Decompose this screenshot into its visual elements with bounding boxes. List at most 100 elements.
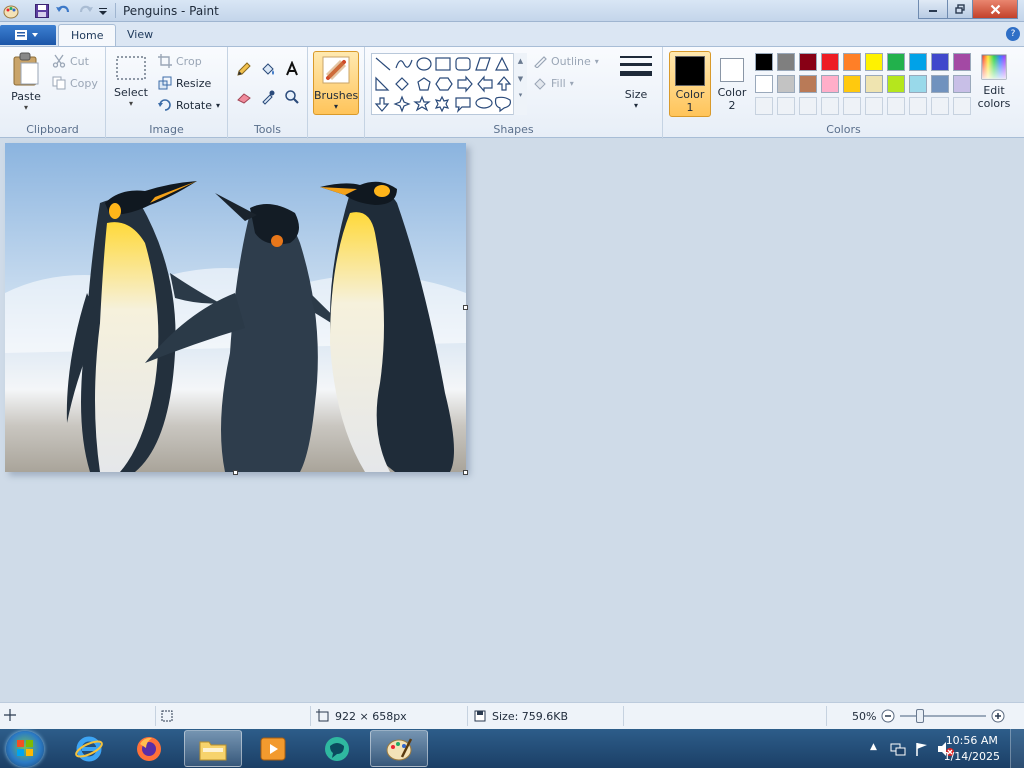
- fill-icon: [534, 78, 546, 90]
- internet-explorer-icon: [75, 736, 103, 761]
- palette-custom-slot[interactable]: [865, 97, 883, 115]
- taskbar-internet-explorer[interactable]: [60, 730, 118, 767]
- resize-handle-corner[interactable]: [463, 470, 468, 475]
- palette-custom-slot[interactable]: [887, 97, 905, 115]
- show-hidden-icons[interactable]: ▲: [870, 742, 877, 752]
- rotate-button[interactable]: Rotate ▾: [158, 98, 220, 112]
- edit-colors-button[interactable]: Edit colors: [975, 53, 1013, 110]
- palette-color-swatch[interactable]: [821, 75, 839, 93]
- taskbar-file-explorer[interactable]: [184, 730, 242, 767]
- palette-color-swatch[interactable]: [887, 75, 905, 93]
- palette-custom-slot[interactable]: [843, 97, 861, 115]
- line-size-icon: [620, 56, 652, 76]
- taskbar-firefox[interactable]: [120, 730, 178, 767]
- canvas-workspace[interactable]: [0, 139, 1024, 702]
- text-tool[interactable]: [282, 59, 302, 79]
- palette-color-swatch[interactable]: [909, 53, 927, 71]
- palette-custom-slot[interactable]: [821, 97, 839, 115]
- palette-custom-slot[interactable]: [799, 97, 817, 115]
- fill-button[interactable]: Fill ▾: [533, 76, 574, 90]
- zoom-slider[interactable]: [900, 709, 987, 723]
- color2-swatch: [720, 58, 744, 82]
- palette-custom-slot[interactable]: [931, 97, 949, 115]
- status-divider: [467, 706, 468, 726]
- palette-color-swatch[interactable]: [931, 53, 949, 71]
- paste-button[interactable]: Paste ▾: [6, 51, 46, 112]
- drawing-canvas[interactable]: [5, 143, 466, 472]
- resize-button[interactable]: Resize: [158, 76, 211, 90]
- taskbar-messenger[interactable]: [308, 730, 366, 767]
- status-bar: 922 × 658px Size: 759.6KB 50%: [0, 702, 1024, 729]
- crop-button[interactable]: Crop: [158, 54, 202, 68]
- minimize-button[interactable]: [918, 0, 948, 19]
- taskbar-media-player[interactable]: [244, 730, 302, 767]
- resize-handle-bottom[interactable]: [233, 470, 238, 475]
- clock[interactable]: 10:56 AM 1/14/2025: [944, 733, 1000, 765]
- shapes-gallery-scroll[interactable]: ▲ ▼ ▾: [513, 53, 527, 115]
- brushes-label: Brushes: [314, 89, 359, 102]
- palette-color-swatch[interactable]: [865, 53, 883, 71]
- palette-color-swatch[interactable]: [953, 53, 971, 71]
- color2-button[interactable]: Color 2: [713, 51, 751, 117]
- cut-button[interactable]: Cut: [52, 54, 89, 68]
- palette-color-swatch[interactable]: [931, 75, 949, 93]
- palette-custom-slot[interactable]: [953, 97, 971, 115]
- fill-tool[interactable]: [258, 59, 278, 79]
- paint-bucket-icon: [262, 63, 274, 75]
- taskbar-paint[interactable]: [370, 730, 428, 767]
- color1-button[interactable]: Color 1: [669, 51, 711, 117]
- selection-size: [160, 709, 174, 723]
- brushes-button[interactable]: Brushes ▾: [313, 51, 359, 115]
- status-divider: [623, 706, 624, 726]
- tab-view[interactable]: View: [115, 24, 165, 46]
- action-center-flag-icon[interactable]: [914, 741, 930, 757]
- palette-color-swatch[interactable]: [799, 75, 817, 93]
- palette-custom-slot[interactable]: [777, 97, 795, 115]
- disk-icon: [474, 710, 486, 722]
- size-button[interactable]: Size ▾: [618, 53, 654, 110]
- zoom-slider-thumb[interactable]: [916, 709, 925, 723]
- palette-custom-slot[interactable]: [909, 97, 927, 115]
- paste-icon: [13, 52, 39, 86]
- palette-color-swatch[interactable]: [909, 75, 927, 93]
- save-icon[interactable]: [34, 3, 50, 19]
- help-icon[interactable]: ?: [1006, 27, 1020, 41]
- palette-color-swatch[interactable]: [777, 75, 795, 93]
- select-label: Select: [114, 86, 148, 99]
- magnifier-tool[interactable]: [282, 87, 302, 107]
- copy-button[interactable]: Copy: [52, 76, 98, 90]
- shapes-gallery[interactable]: [371, 53, 527, 115]
- tools-group: Tools: [228, 47, 308, 139]
- palette-color-swatch[interactable]: [843, 53, 861, 71]
- paint-menu-button[interactable]: [0, 25, 56, 45]
- close-button[interactable]: [972, 0, 1018, 19]
- palette-custom-slot[interactable]: [755, 97, 773, 115]
- restore-button[interactable]: [947, 0, 973, 19]
- show-desktop-button[interactable]: [1010, 729, 1024, 768]
- palette-color-swatch[interactable]: [821, 53, 839, 71]
- palette-color-swatch[interactable]: [887, 53, 905, 71]
- tab-home[interactable]: Home: [58, 24, 117, 46]
- redo-icon[interactable]: [78, 3, 94, 19]
- resize-handle-right[interactable]: [463, 305, 468, 310]
- color-picker-tool[interactable]: [258, 87, 278, 107]
- eraser-tool[interactable]: [234, 87, 254, 107]
- undo-icon[interactable]: [55, 3, 71, 19]
- palette-color-swatch[interactable]: [755, 75, 773, 93]
- zoom-out-icon[interactable]: [881, 709, 895, 723]
- paint-app-icon[interactable]: [3, 3, 19, 19]
- outline-label: Outline: [551, 54, 591, 68]
- select-button[interactable]: Select ▾: [112, 55, 150, 108]
- palette-color-swatch[interactable]: [953, 75, 971, 93]
- palette-color-swatch[interactable]: [755, 53, 773, 71]
- start-button[interactable]: [6, 731, 44, 767]
- palette-color-swatch[interactable]: [799, 53, 817, 71]
- network-icon[interactable]: [890, 741, 906, 757]
- palette-color-swatch[interactable]: [865, 75, 883, 93]
- zoom-in-icon[interactable]: [991, 709, 1005, 723]
- outline-button[interactable]: Outline ▾: [533, 54, 599, 68]
- palette-color-swatch[interactable]: [777, 53, 795, 71]
- palette-color-swatch[interactable]: [843, 75, 861, 93]
- pencil-tool[interactable]: [234, 59, 254, 79]
- customize-quick-access-icon[interactable]: [97, 3, 113, 19]
